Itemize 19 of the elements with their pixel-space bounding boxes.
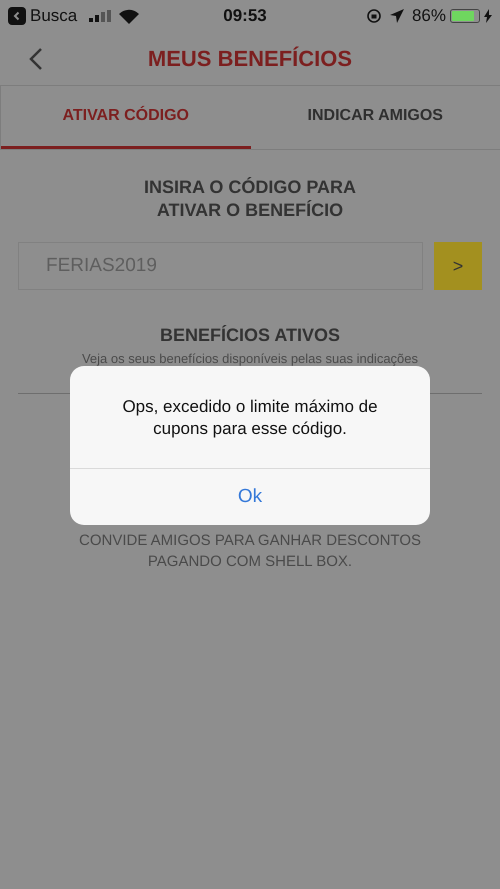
- battery-percentage: 86%: [412, 5, 446, 28]
- back-app-label[interactable]: Busca: [30, 3, 78, 29]
- active-benefits-heading: BENEFÍCIOS ATIVOS: [158, 324, 342, 347]
- wifi-icon: [119, 8, 140, 24]
- page-title: MEUS BENEFÍCIOS: [148, 45, 352, 73]
- ok-button[interactable]: Ok: [70, 468, 430, 525]
- alert-message: Ops, excedido o limite máximo de cupons para esse código.: [121, 396, 379, 440]
- signal-icon: [89, 10, 112, 22]
- chevron-left-icon: [29, 47, 43, 71]
- rotation-lock-icon: [366, 8, 382, 24]
- tab[interactable]: INDICAR AMIGOS: [250, 86, 500, 149]
- submit-button[interactable]: >: [434, 242, 482, 290]
- empty-benefits-message: CONVIDE AMIGOS PARA GANHAR DESCONTOS PAGANDO COM SHELL BOX.: [78, 530, 422, 572]
- clock: 09:53: [223, 5, 267, 28]
- tab[interactable]: ATIVAR CÓDIGO: [1, 86, 250, 149]
- code-heading: INSIRA O CÓDIGO PARA ATIVAR O BENEFÍCIO: [142, 176, 357, 222]
- active-benefits-subtitle: Veja os seus benefícios disponíveis pelas suas indicações: [80, 350, 420, 368]
- location-arrow-icon: [390, 9, 404, 23]
- back-app-icon[interactable]: [8, 7, 26, 25]
